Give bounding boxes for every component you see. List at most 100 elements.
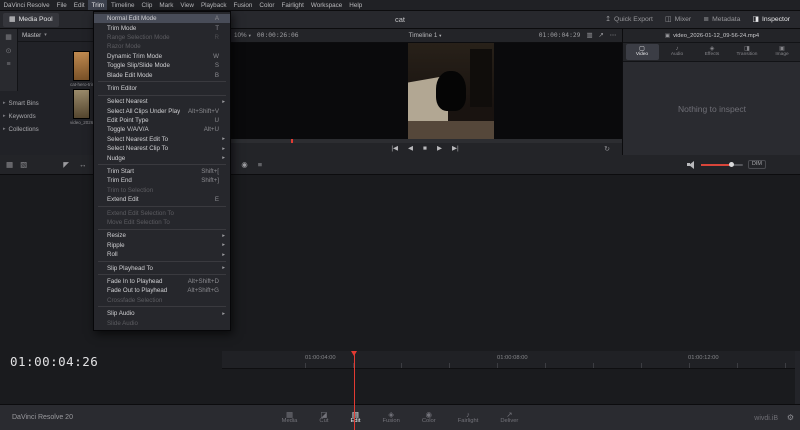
timeline-options-icon[interactable]: ≡	[258, 160, 262, 169]
menu-bar-item[interactable]: Clip	[138, 0, 156, 10]
page-color[interactable]: ◉ Color	[422, 411, 436, 425]
play-button[interactable]: ▶	[437, 145, 442, 153]
fixed-playhead-icon[interactable]: ▧	[20, 160, 27, 169]
collections-section[interactable]: ▸ Collections	[3, 123, 91, 135]
last-frame-button[interactable]: ▶|	[452, 145, 459, 153]
page-fusion[interactable]: ◈ Fusion	[382, 411, 399, 425]
bin-list-icon[interactable]: ▦	[5, 33, 12, 41]
trim-menu-item[interactable]: Resize	[94, 231, 230, 240]
inspector-tab-audio[interactable]: ♪ Audio	[661, 44, 694, 60]
trim-edit-mode-icon[interactable]: ↔	[79, 160, 87, 169]
trim-menu-item[interactable]: Trim Start Shift+[	[94, 167, 230, 176]
mixer-button[interactable]: ◫ Mixer	[659, 13, 697, 27]
trim-menu-item[interactable]: Move Edit Selection To	[94, 218, 230, 227]
playhead-marker[interactable]	[351, 351, 357, 356]
trim-menu-item[interactable]: Roll	[94, 250, 230, 259]
inspector-button[interactable]: ◨ Inspector	[746, 13, 796, 27]
menu-bar-item[interactable]: Timeline	[107, 0, 138, 10]
timeline-view-options-icon[interactable]: ▦	[6, 160, 13, 169]
page-media[interactable]: ▦ Media	[282, 411, 298, 425]
keywords-section[interactable]: ▸ Keywords	[3, 110, 91, 122]
menu-bar-item[interactable]: Edit	[70, 0, 88, 10]
viewer-options-icon[interactable]: ⋯	[610, 32, 616, 39]
trim-menu-item[interactable]: Slip Playhead To	[94, 263, 230, 272]
page-cut[interactable]: ◪ Cut	[319, 411, 328, 425]
viewer-zoom-select[interactable]: 10% ▾	[234, 32, 251, 39]
menu-bar-item[interactable]: Playback	[197, 0, 230, 10]
usage-icon[interactable]: ≡	[6, 61, 10, 68]
trim-menu-item[interactable]: Select Nearest Edit To	[94, 135, 230, 144]
trim-menu-item[interactable]: Fade In to Playhead Alt+Shift+D	[94, 277, 230, 286]
dim-button[interactable]: DIM	[747, 159, 766, 170]
trim-menu-item[interactable]: Range Selection Mode R	[94, 33, 230, 42]
inspector-tab-effects[interactable]: ◈ Effects	[696, 44, 729, 60]
menu-bar-item[interactable]: Color	[256, 0, 278, 10]
menu-bar-item[interactable]: Workspace	[307, 0, 345, 10]
volume-slider[interactable]	[700, 161, 743, 167]
menu-bar-item[interactable]: Mark	[156, 0, 177, 10]
trim-menu-item[interactable]: Slide Audio	[94, 318, 230, 327]
submenu-arrow-icon	[219, 136, 225, 142]
page-deliver[interactable]: ↗ Deliver	[500, 411, 518, 425]
trim-menu-item[interactable]: Blade Edit Mode B	[94, 70, 230, 79]
quick-export-button[interactable]: ↥ Quick Export	[599, 13, 659, 27]
menu-bar-item[interactable]: Help	[346, 0, 366, 10]
viewer-canvas[interactable]	[228, 43, 622, 139]
marker-icon[interactable]: ◉	[241, 160, 248, 169]
settings-gear-icon[interactable]: ⚙	[787, 413, 794, 422]
selection-mode-icon[interactable]: ◤	[63, 160, 69, 169]
speaker-icon[interactable]	[686, 160, 696, 169]
menu-bar-item[interactable]: View	[177, 0, 198, 10]
stop-button[interactable]: ■	[423, 145, 427, 153]
trim-menu-item[interactable]: Trim to Selection	[94, 186, 230, 195]
inspector-tab-video[interactable]: ▢ Video	[625, 44, 659, 60]
trim-menu-item[interactable]: Extend Edit E	[94, 195, 230, 204]
trim-menu-item[interactable]: Nudge	[94, 153, 230, 162]
trim-menu-item[interactable]: Crossfade Selection	[94, 296, 230, 305]
trim-menu-item[interactable]: Fade Out to Playhead Alt+Shift+G	[94, 286, 230, 295]
playhead-line[interactable]	[354, 351, 355, 430]
trim-menu-item[interactable]: Trim Editor	[94, 84, 230, 93]
media-pool-toggle-button[interactable]: ▦ Media Pool	[3, 12, 59, 27]
menu-bar-item[interactable]: File	[53, 0, 70, 10]
menu-bar-item[interactable]: Trim	[88, 0, 108, 10]
trim-menu-item[interactable]: Toggle V/A/V/A Alt+U	[94, 125, 230, 134]
timeline-toolbar-left: ▦ ▧	[0, 160, 27, 169]
grid-view-icon[interactable]: ▥	[586, 32, 592, 39]
menu-separator	[98, 228, 226, 230]
inspector-tab-transition[interactable]: ◨ Transition	[731, 44, 764, 60]
menu-bar-item[interactable]: Fusion	[230, 0, 256, 10]
timeline-timecode[interactable]: 01:00:04:26	[10, 354, 98, 369]
trim-menu-item[interactable]: Ripple	[94, 241, 230, 250]
metadata-button[interactable]: ≣ Metadata	[697, 13, 746, 27]
trim-menu-item[interactable]: Extend Edit Selection To	[94, 208, 230, 217]
volume-knob[interactable]	[728, 161, 734, 167]
viewer-top-bar: 10% ▾ 00:00:26:06 Timeline 1 ▾ 01:00:04:…	[228, 29, 622, 43]
trim-menu-item[interactable]: Toggle Slip/Slide Mode S	[94, 61, 230, 70]
play-reverse-button[interactable]: ◀	[408, 145, 413, 153]
timeline-ruler[interactable]: 01:00:04:00 01:00:08:00 01:00:12:00	[222, 351, 795, 369]
inspector-tab-image[interactable]: ▣ Image	[766, 44, 799, 60]
media-pool-icon-strip: ▦ ⊙ ≡	[0, 29, 18, 91]
media-clip-thumbnail[interactable]	[73, 51, 90, 81]
smart-bins-section[interactable]: ▸ Smart Bins	[3, 97, 91, 109]
trim-menu-item[interactable]: Razor Mode	[94, 42, 230, 51]
first-frame-button[interactable]: |◀	[391, 145, 398, 153]
trim-menu-item[interactable]: Slip Audio	[94, 309, 230, 318]
trim-menu-item[interactable]: Edit Point Type U	[94, 116, 230, 125]
page-fairlight[interactable]: ♪ Fairlight	[458, 411, 479, 425]
page-edit[interactable]: ▤ Edit	[350, 411, 360, 425]
search-icon[interactable]: ⊙	[6, 47, 12, 55]
expand-viewer-icon[interactable]: ↗	[598, 32, 603, 39]
trim-menu-item[interactable]: Trim Mode T	[94, 23, 230, 32]
trim-menu-item[interactable]: Select Nearest Clip To	[94, 144, 230, 153]
trim-menu-item[interactable]: Dynamic Trim Mode W	[94, 52, 230, 61]
trim-menu-item[interactable]: Normal Edit Mode A	[94, 14, 230, 24]
loop-icon[interactable]: ↻	[604, 145, 610, 153]
trim-menu-item[interactable]: Select All Clips Under Playhead Alt+Shif…	[94, 107, 230, 116]
bin-name[interactable]: Master	[22, 32, 41, 39]
trim-menu-item[interactable]: Select Nearest	[94, 97, 230, 106]
menu-bar-item[interactable]: DaVinci Resolve	[0, 0, 53, 10]
menu-bar-item[interactable]: Fairlight	[278, 0, 307, 10]
trim-menu-item[interactable]: Trim End Shift+]	[94, 176, 230, 185]
